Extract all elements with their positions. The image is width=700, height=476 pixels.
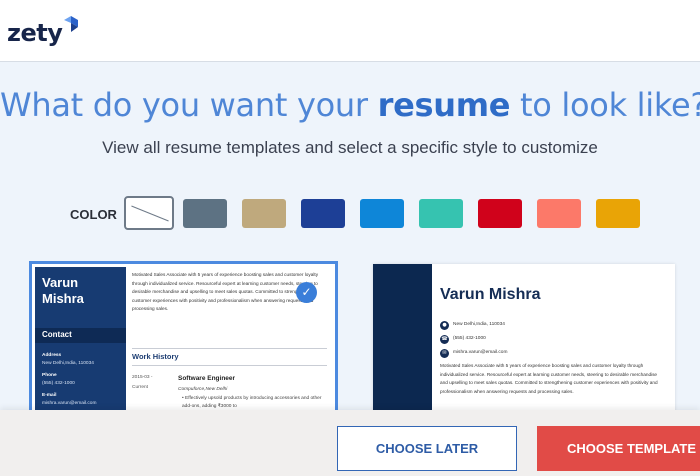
- email-label: E-mail: [42, 393, 57, 398]
- resume-sidebar: Varun Mishra Contact Address New Delhi,In…: [35, 267, 126, 418]
- swatch-slate[interactable]: [183, 199, 227, 228]
- swatch-none[interactable]: [124, 196, 174, 230]
- swatch-gold[interactable]: [596, 199, 640, 228]
- work-history-heading: Work History: [132, 352, 179, 361]
- color-label: COLOR: [70, 207, 117, 222]
- page-subtitle: View all resume templates and select a s…: [102, 138, 598, 157]
- phone-label: Phone: [42, 373, 57, 378]
- phone-icon: ☎: [440, 335, 449, 344]
- divider: [132, 365, 327, 366]
- zety-logo[interactable]: zety: [7, 16, 79, 50]
- location-icon: ●: [440, 321, 449, 330]
- template-card[interactable]: Varun Mishra ● New Delhi,India, 110034 ☎…: [373, 264, 675, 424]
- color-picker: COLOR: [0, 196, 700, 234]
- job-bullet: • Effectively upsold products by introdu…: [182, 396, 322, 409]
- job-date-start: 2015-03 -: [132, 375, 153, 380]
- swatch-red[interactable]: [478, 199, 522, 228]
- page-title: What do you want your resume to look lik…: [0, 86, 700, 124]
- top-header: zety: [0, 0, 700, 62]
- resume-name: Varun Mishra: [440, 286, 541, 303]
- resume-name: Varun Mishra: [42, 275, 84, 306]
- swatch-navy[interactable]: [301, 199, 345, 228]
- contact-heading: Contact: [42, 330, 72, 339]
- job-title: Software Engineer: [178, 375, 236, 382]
- address-value: New Delhi,India, 110034: [42, 361, 94, 366]
- footer-bar: CHOOSE LATER CHOOSE TEMPLATE: [0, 410, 700, 476]
- email-value: mishra.varun@email.com: [42, 401, 97, 406]
- job-date-end: Current: [132, 385, 148, 390]
- choose-later-button[interactable]: CHOOSE LATER: [337, 426, 517, 471]
- swatch-teal[interactable]: [419, 199, 463, 228]
- mail-icon: ✉: [440, 349, 449, 358]
- choose-template-button[interactable]: CHOOSE TEMPLATE: [537, 426, 700, 471]
- logo-wordmark: zety: [7, 19, 63, 47]
- selected-check-icon: ✓: [296, 282, 317, 303]
- resume-summary: Motivated Sales Associate with 5 years o…: [440, 363, 658, 394]
- swatch-tan[interactable]: [242, 199, 286, 228]
- logo-cube-icon: [64, 16, 79, 32]
- resume-sidebar: [373, 264, 432, 424]
- job-company: Compuforce,New Delhi: [178, 387, 228, 392]
- swatch-salmon[interactable]: [537, 199, 581, 228]
- divider: [132, 348, 327, 349]
- template-card-selected[interactable]: Varun Mishra Contact Address New Delhi,In…: [29, 261, 338, 421]
- phone-value: (555) 432-1000: [42, 381, 75, 386]
- swatch-blue[interactable]: [360, 199, 404, 228]
- address-label: Address: [42, 353, 62, 358]
